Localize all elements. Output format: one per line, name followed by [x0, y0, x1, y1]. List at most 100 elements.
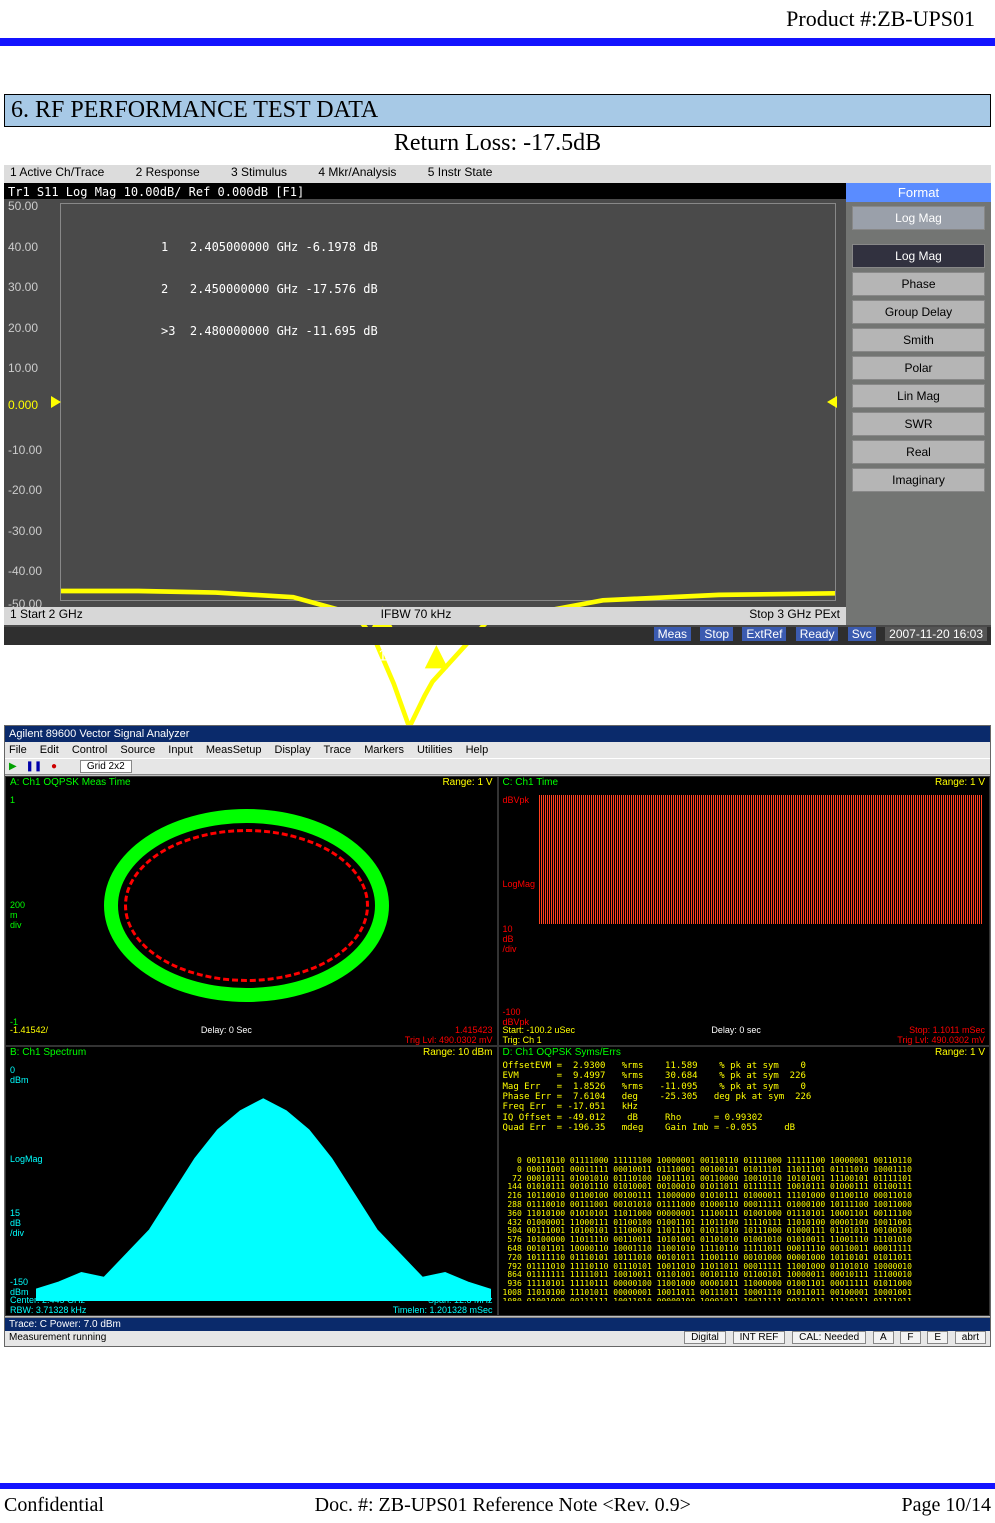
timestamp: 2007-11-20 16:03: [885, 627, 987, 641]
menu-item[interactable]: MeasSetup: [206, 744, 262, 756]
menu-item[interactable]: Input: [168, 744, 192, 756]
foot-l: Start: -100.2 uSec Trig: Ch 1: [503, 1025, 576, 1045]
menu-item[interactable]: Display: [275, 744, 311, 756]
y3: 15 dB /div: [10, 1208, 24, 1238]
format-btn-smith[interactable]: Smith: [852, 328, 985, 352]
status-cell: F: [900, 1331, 920, 1344]
pane-range: Range: 1 V: [935, 777, 985, 788]
foot-l: -1.41542/: [10, 1025, 48, 1045]
ytick: 30.00: [8, 280, 38, 294]
status-cell: Digital: [684, 1331, 726, 1344]
format-btn-linmag[interactable]: Lin Mag: [852, 384, 985, 408]
pane-d-syms-errs: D: Ch1 OQPSK Syms/Errs Range: 1 V Offset…: [498, 1046, 991, 1316]
format-panel: Format Log Mag Log Mag Phase Group Delay…: [846, 183, 991, 625]
y-top: 0 dBm: [10, 1065, 29, 1085]
format-btn-logmag[interactable]: Log Mag: [852, 206, 985, 230]
menu-item[interactable]: Control: [72, 744, 107, 756]
iq-constellation-ring: [104, 809, 388, 1002]
format-btn-polar[interactable]: Polar: [852, 356, 985, 380]
format-header: Format: [846, 183, 991, 202]
vsa-toolbar: ▶ ❚❚ ● Grid 2x2: [5, 758, 990, 775]
record-icon[interactable]: ●: [51, 761, 57, 772]
y1: dBVpk: [503, 795, 530, 805]
footer-left: Confidential: [4, 1494, 104, 1517]
foot-r: Span: 12.8 MHz Timelen: 1.201328 mSec: [393, 1295, 493, 1315]
foot-l: Center: 2.445 GHz RBW: 3.71328 kHz: [10, 1295, 86, 1315]
pane-b-spectrum: B: Ch1 Spectrum Range: 10 dBm 0 dBm LogM…: [5, 1046, 498, 1316]
menu-item[interactable]: 1 Active Ch/Trace: [10, 165, 104, 179]
format-btn-groupdelay[interactable]: Group Delay: [852, 300, 985, 324]
status-cell: E: [927, 1331, 948, 1344]
s11-plot: 50.00 40.00 30.00 20.00 10.00 0.000 -10.…: [4, 199, 846, 605]
pause-icon[interactable]: ❚❚: [25, 761, 42, 772]
status-right: Stop 3 GHz PExt: [749, 607, 840, 625]
pane-a-iq: A: Ch1 OQPSK Meas Time Range: 1 V 1 200 …: [5, 776, 498, 1046]
pane-range: Range: 1 V: [935, 1047, 985, 1058]
menu-item[interactable]: Edit: [40, 744, 59, 756]
ytick: 20.00: [8, 321, 38, 335]
header-rule: [0, 38, 995, 46]
ytick: -40.00: [8, 564, 42, 578]
page-footer: Confidential Doc. #: ZB-UPS01 Reference …: [4, 1494, 991, 1517]
meas-status: Measurement running: [9, 1332, 106, 1343]
menu-item[interactable]: Source: [120, 744, 155, 756]
footer-rule: [0, 1483, 995, 1489]
menu-item[interactable]: Markers: [364, 744, 404, 756]
ytick: 50.00: [8, 199, 38, 213]
vsa-titlebar: Agilent 89600 Vector Signal Analyzer: [5, 726, 990, 742]
pane-title: A: Ch1 OQPSK Meas Time: [10, 777, 131, 788]
menu-item[interactable]: Trace: [323, 744, 351, 756]
ytick: -10.00: [8, 443, 42, 457]
y-mid: 200 m div: [10, 900, 25, 930]
format-btn-phase[interactable]: Phase: [852, 272, 985, 296]
status-cell: A: [873, 1331, 894, 1344]
status-mid: IFBW 70 kHz: [381, 607, 452, 625]
format-btn-imaginary[interactable]: Imaginary: [852, 468, 985, 492]
status-cell: abrt: [955, 1331, 986, 1344]
y2: LogMag: [503, 879, 536, 889]
menu-item[interactable]: 5 Instr State: [428, 165, 493, 179]
ytick: -20.00: [8, 483, 42, 497]
time-burst: [539, 795, 984, 924]
tag: Stop: [700, 627, 733, 641]
tag: ExtRef: [742, 627, 786, 641]
svg-text:3: 3: [433, 686, 442, 703]
marker-row: 1 2.405000000 GHz -6.1978 dB: [161, 240, 378, 254]
ytick: 40.00: [8, 240, 38, 254]
y4: -150 dBm: [10, 1277, 29, 1297]
foot-r: 1.415423 Trig Lvl: 490.0302 mV: [405, 1025, 493, 1045]
format-btn-swr[interactable]: SWR: [852, 412, 985, 436]
svg-text:1: 1: [378, 648, 387, 665]
menu-item[interactable]: 2 Response: [136, 165, 200, 179]
foot-m: Delay: 0 Sec: [201, 1025, 252, 1045]
format-btn-real[interactable]: Real: [852, 440, 985, 464]
format-btn-logmag-big[interactable]: Log Mag: [852, 244, 985, 268]
analyzer-bottom-bar: Meas Stop ExtRef Ready Svc 2007-11-20 16…: [4, 627, 991, 645]
play-icon[interactable]: ▶: [9, 761, 17, 772]
plot-area: 1 3 2 1 2.405000000 GHz -6.1978 dB 2 2.4…: [60, 203, 836, 601]
menu-item[interactable]: 3 Stimulus: [231, 165, 287, 179]
tag: Svc: [848, 627, 876, 641]
marker-row: >3 2.480000000 GHz -11.695 dB: [161, 324, 378, 338]
vsa-statusbar: Trace: C Power: 7.0 dBm Measurement runn…: [5, 1317, 990, 1346]
pane-c-time: C: Ch1 Time Range: 1 V dBVpk LogMag 10 d…: [498, 776, 991, 1046]
y-top: 1: [10, 795, 15, 805]
menu-item[interactable]: Utilities: [417, 744, 452, 756]
marker-readout: 1 2.405000000 GHz -6.1978 dB 2 2.4500000…: [161, 212, 378, 366]
trace-status: Trace: C Power: 7.0 dBm: [5, 1318, 990, 1331]
footer-right: Page 10/14: [902, 1494, 991, 1517]
network-analyzer-screenshot: 1 Active Ch/Trace 2 Response 3 Stimulus …: [4, 165, 991, 645]
menu-item[interactable]: File: [9, 744, 27, 756]
grid-selector[interactable]: Grid 2x2: [80, 760, 132, 773]
section-title: 6. RF PERFORMANCE TEST DATA: [4, 94, 991, 127]
return-loss-subheading: Return Loss: -17.5dB: [0, 130, 995, 157]
vsa-menubar: File Edit Control Source Input MeasSetup…: [5, 742, 990, 758]
menu-item[interactable]: 4 Mkr/Analysis: [318, 165, 396, 179]
ytick: -30.00: [8, 524, 42, 538]
footer-center: Doc. #: ZB-UPS01 Reference Note <Rev. 0.…: [315, 1494, 691, 1517]
status-left: 1 Start 2 GHz: [10, 607, 83, 625]
ytick-ref: 0.000: [8, 398, 38, 412]
foot-m: Delay: 0 sec: [711, 1025, 761, 1045]
menu-item[interactable]: Help: [466, 744, 489, 756]
analyzer-statusbar: 1 Start 2 GHz IFBW 70 kHz Stop 3 GHz PEx…: [4, 607, 846, 625]
